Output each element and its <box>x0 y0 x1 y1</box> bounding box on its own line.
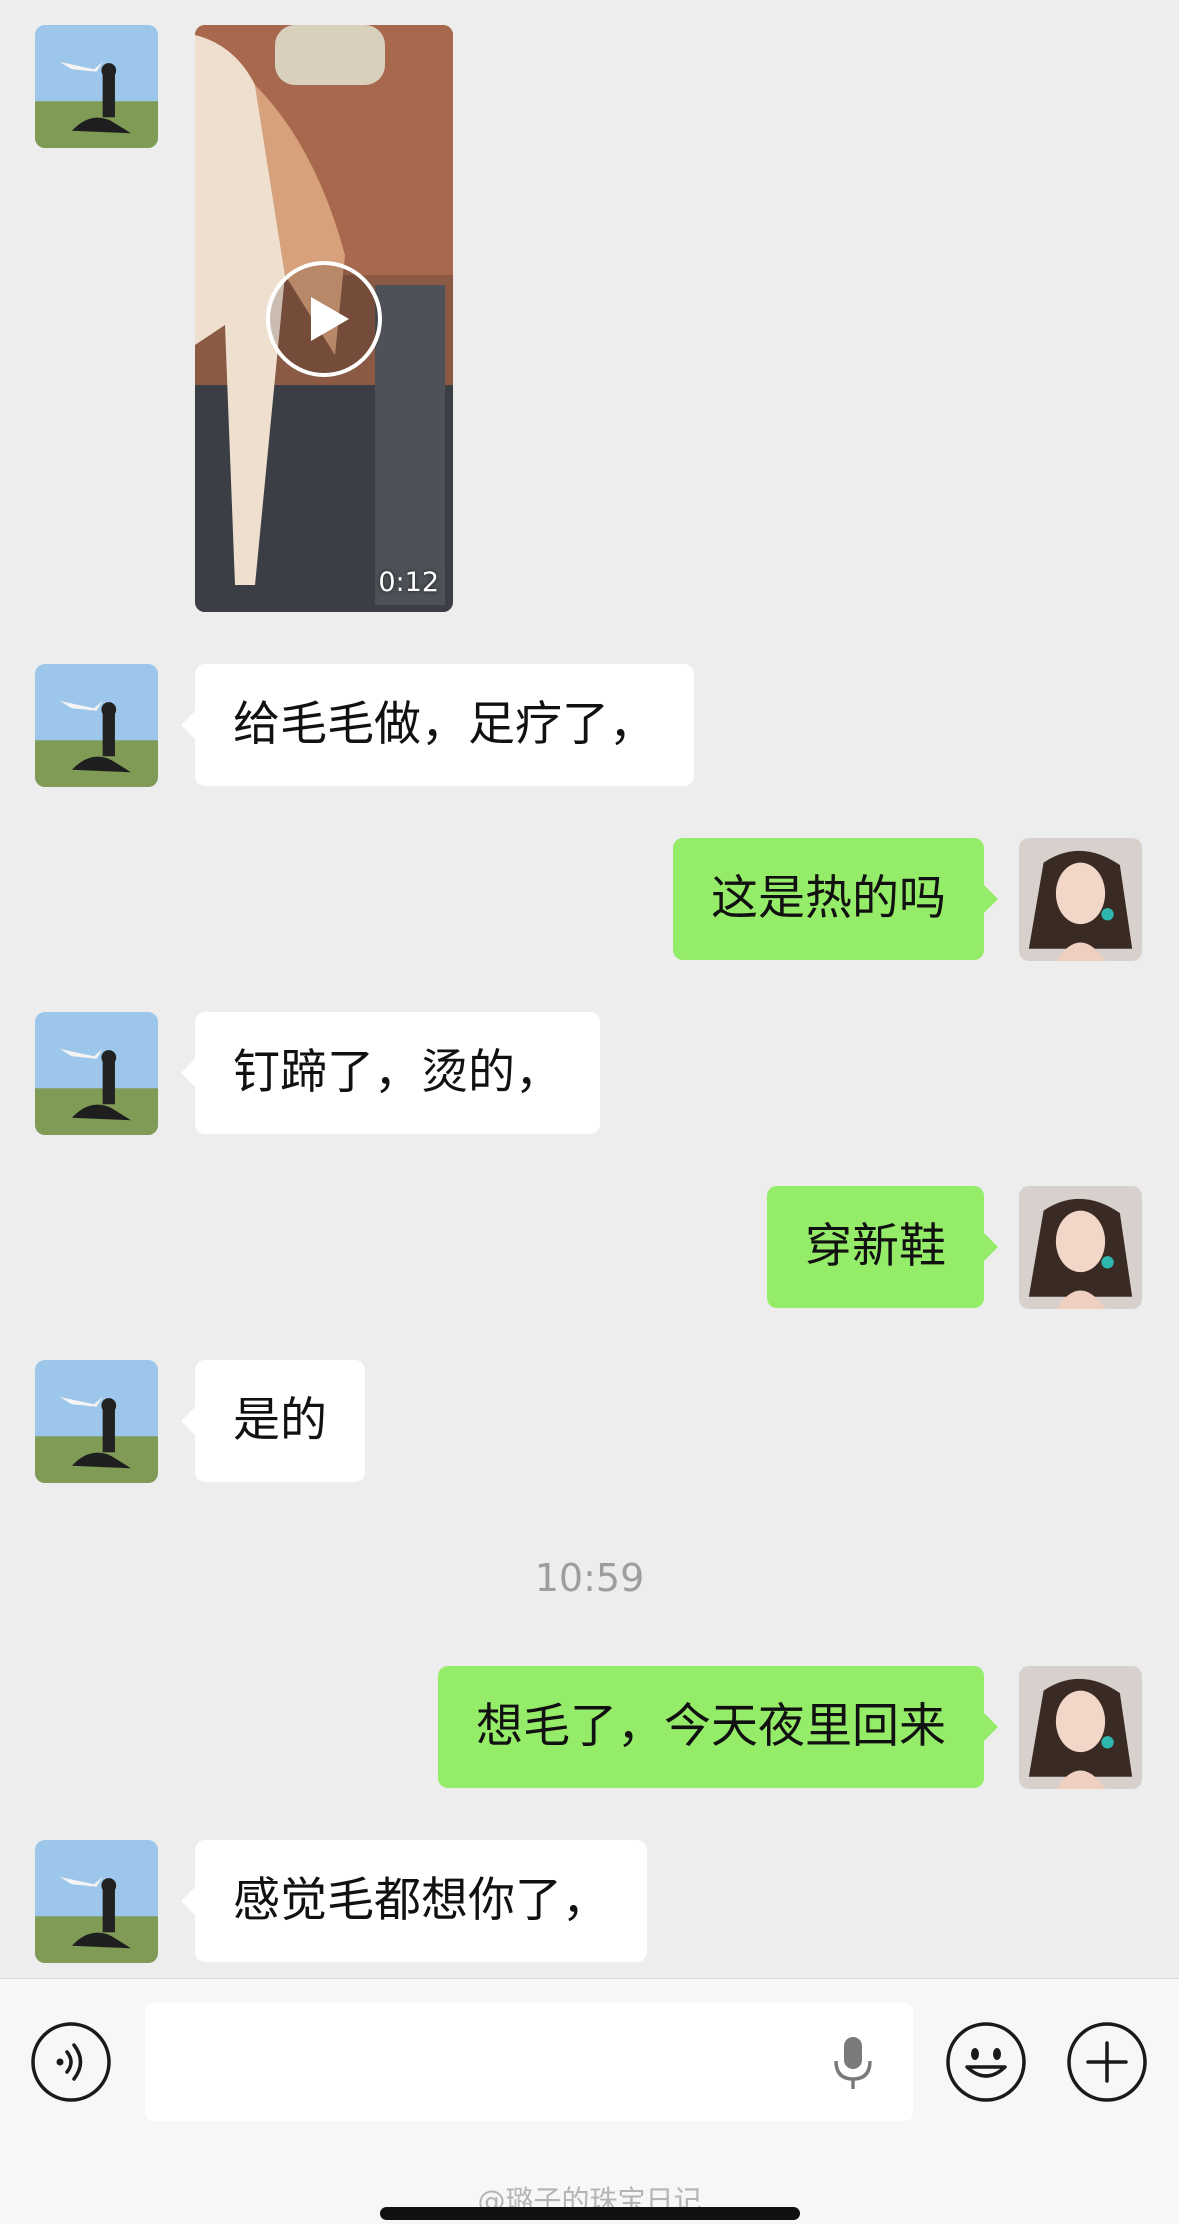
emoji-icon[interactable] <box>945 2021 1027 2103</box>
self-avatar[interactable] <box>1019 838 1142 961</box>
message-bubble-incoming[interactable]: 给毛毛做，足疗了， <box>181 664 694 786</box>
message-bubble-incoming[interactable]: 感觉毛都想你了， <box>181 1840 647 1962</box>
contact-avatar[interactable] <box>35 1360 158 1483</box>
contact-avatar[interactable] <box>35 1012 158 1135</box>
contact-avatar[interactable] <box>35 25 158 148</box>
voice-wave-icon[interactable] <box>30 2021 112 2103</box>
video-message[interactable]: 0:12 <box>195 25 453 612</box>
contact-avatar-image <box>35 25 158 148</box>
play-icon[interactable] <box>264 259 384 379</box>
microphone-icon[interactable] <box>831 2035 875 2091</box>
message-input[interactable] <box>145 2003 913 2121</box>
message-bubble-outgoing[interactable]: 这是热的吗 <box>673 838 998 960</box>
contact-avatar-image <box>35 1012 158 1135</box>
self-avatar[interactable] <box>1019 1186 1142 1309</box>
home-indicator[interactable] <box>380 2207 800 2220</box>
message-bubble-incoming[interactable]: 是的 <box>181 1360 365 1482</box>
video-duration: 0:12 <box>378 567 439 598</box>
contact-avatar-image <box>35 1840 158 1963</box>
contact-avatar[interactable] <box>35 1840 158 1963</box>
contact-avatar-image <box>35 1360 158 1483</box>
time-separator: 10:59 <box>534 1556 645 1600</box>
input-bar: @璐子的珠宝日记 <box>0 1978 1179 2224</box>
plus-icon[interactable] <box>1066 2021 1148 2103</box>
message-bubble-outgoing[interactable]: 想毛了，今天夜里回来 <box>438 1666 998 1788</box>
self-avatar-image <box>1019 1186 1142 1309</box>
chat-area[interactable]: 0:12 给毛毛做，足疗了， 这是热的吗 钉蹄了，烫的， 穿新鞋 是的 10:5… <box>0 0 1179 1978</box>
message-bubble-incoming[interactable]: 钉蹄了，烫的， <box>181 1012 600 1134</box>
self-avatar[interactable] <box>1019 1666 1142 1789</box>
contact-avatar-image <box>35 664 158 787</box>
self-avatar-image <box>1019 1666 1142 1789</box>
message-bubble-outgoing[interactable]: 穿新鞋 <box>767 1186 998 1308</box>
self-avatar-image <box>1019 838 1142 961</box>
contact-avatar[interactable] <box>35 664 158 787</box>
